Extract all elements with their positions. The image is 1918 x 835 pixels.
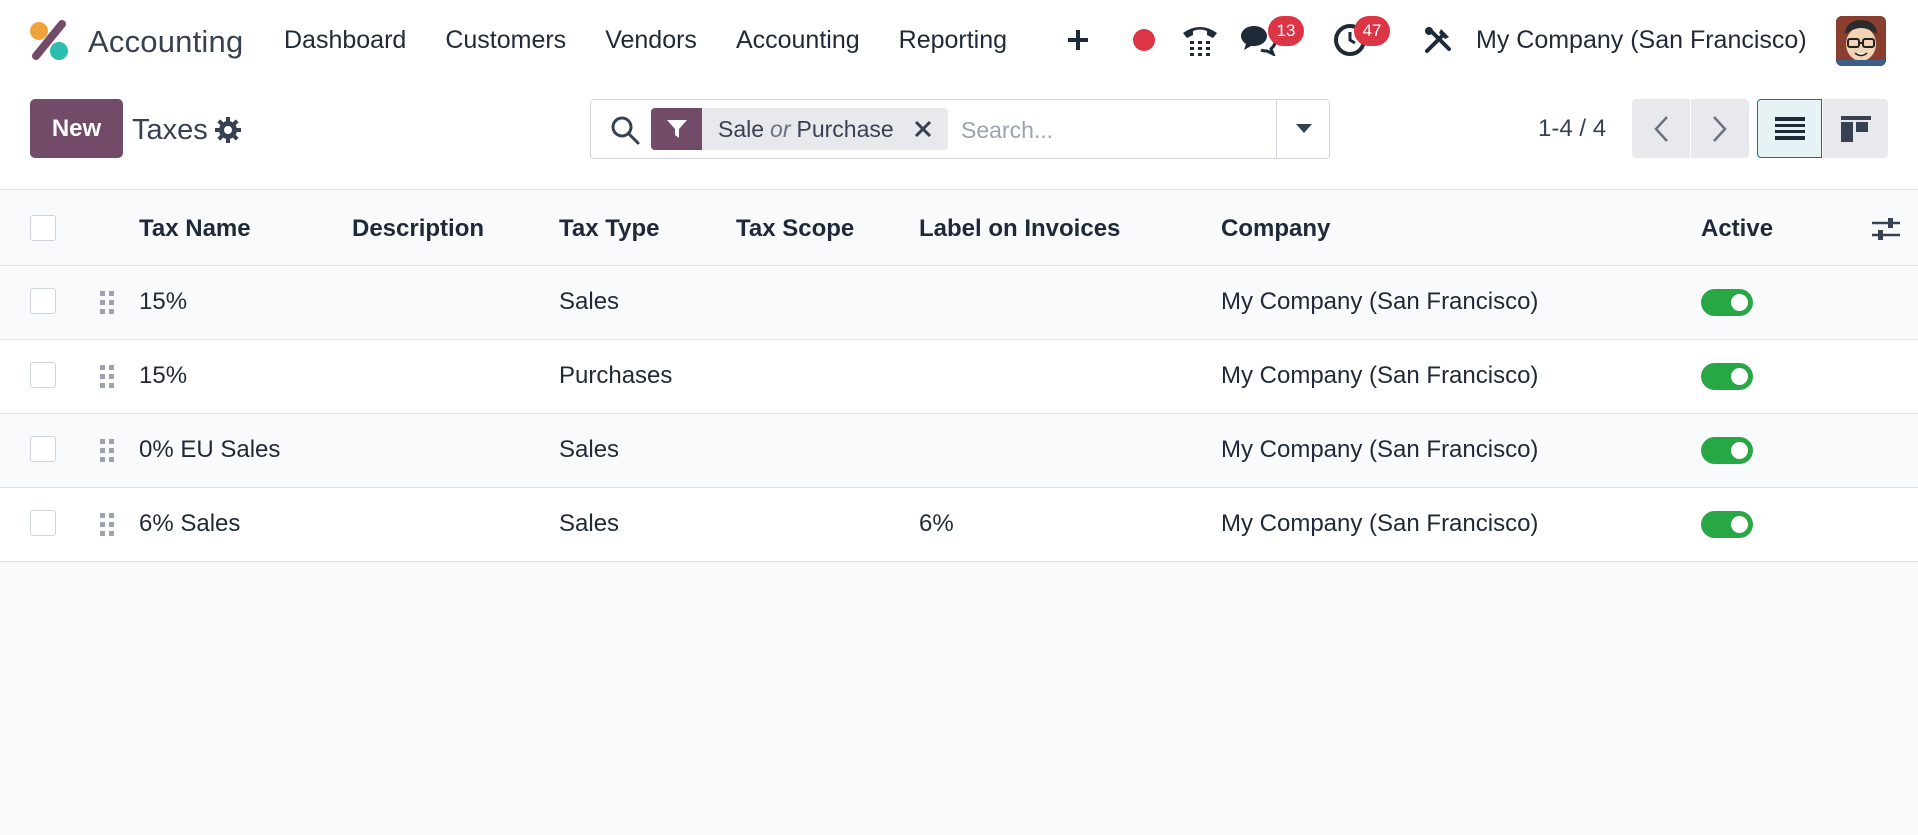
pager-previous-button[interactable] xyxy=(1632,99,1690,158)
user-avatar[interactable] xyxy=(1836,16,1886,66)
column-tax-name[interactable]: Tax Name xyxy=(139,215,251,243)
list-view-button[interactable] xyxy=(1757,99,1822,158)
toggle-knob xyxy=(1731,294,1748,311)
tools-icon[interactable] xyxy=(1418,20,1458,60)
menu-reporting[interactable]: Reporting xyxy=(899,26,1007,55)
row-checkbox[interactable] xyxy=(30,510,56,536)
facet-value-sale: Sale xyxy=(718,115,765,142)
table-row[interactable]: 6% Sales Sales 6% My Company (San Franci… xyxy=(0,488,1918,562)
toggle-knob xyxy=(1731,442,1748,459)
column-tax-type[interactable]: Tax Type xyxy=(559,215,659,243)
table-header: Tax Name Description Tax Type Tax Scope … xyxy=(0,191,1918,266)
table-body: 15% Sales My Company (San Francisco) 15%… xyxy=(0,266,1918,562)
chevron-right-icon xyxy=(1713,115,1727,142)
column-company[interactable]: Company xyxy=(1221,215,1330,243)
taxes-list: Tax Name Description Tax Type Tax Scope … xyxy=(0,191,1918,562)
new-button[interactable]: New xyxy=(30,99,123,158)
drag-handle-icon[interactable] xyxy=(98,289,116,317)
breadcrumb-taxes: Taxes xyxy=(132,114,208,146)
close-icon[interactable] xyxy=(912,118,934,140)
main-menu: Dashboard Customers Vendors Accounting R… xyxy=(284,26,1046,55)
company-switcher[interactable]: My Company (San Francisco) xyxy=(1476,26,1807,55)
search-bar: Sale or Purchase xyxy=(590,99,1330,159)
drag-handle-icon[interactable] xyxy=(98,511,116,539)
cell-company: My Company (San Francisco) xyxy=(1221,510,1539,537)
recording-dot-icon[interactable] xyxy=(1124,20,1164,60)
cell-company: My Company (San Francisco) xyxy=(1221,362,1539,389)
column-active[interactable]: Active xyxy=(1701,215,1773,243)
facet-values: Sale or Purchase xyxy=(702,108,948,150)
cell-tax-type: Sales xyxy=(559,510,620,537)
cell-tax-name: 15% xyxy=(139,288,188,315)
column-description[interactable]: Description xyxy=(352,215,484,243)
phone-icon[interactable] xyxy=(1180,20,1220,60)
row-checkbox[interactable] xyxy=(30,362,56,388)
drag-handle-icon[interactable] xyxy=(98,363,116,391)
select-all-checkbox[interactable] xyxy=(30,215,56,241)
app-name[interactable]: Accounting xyxy=(88,24,243,60)
cell-label: 6% xyxy=(919,510,954,537)
cell-company: My Company (San Francisco) xyxy=(1221,436,1539,463)
drag-handle-icon[interactable] xyxy=(98,437,116,465)
facet-value-purchase: Purchase xyxy=(796,115,894,142)
active-toggle[interactable] xyxy=(1701,437,1753,464)
cell-tax-name: 6% Sales xyxy=(139,510,241,537)
kanban-view-button[interactable] xyxy=(1823,99,1888,158)
toggle-knob xyxy=(1731,516,1748,533)
row-checkbox[interactable] xyxy=(30,288,56,314)
accounting-app-icon[interactable] xyxy=(28,20,70,62)
cell-tax-name: 0% EU Sales xyxy=(139,436,281,463)
menu-customers[interactable]: Customers xyxy=(445,26,566,55)
column-tax-scope[interactable]: Tax Scope xyxy=(736,215,854,243)
column-label-on-invoices[interactable]: Label on Invoices xyxy=(919,215,1120,243)
list-view-icon xyxy=(1774,116,1805,140)
table-row[interactable]: 0% EU Sales Sales My Company (San Franci… xyxy=(0,414,1918,488)
chevron-left-icon xyxy=(1654,115,1668,142)
gear-icon[interactable] xyxy=(214,116,242,144)
row-checkbox[interactable] xyxy=(30,436,56,462)
cell-company: My Company (San Francisco) xyxy=(1221,288,1539,315)
active-toggle[interactable] xyxy=(1701,363,1753,390)
pager-value[interactable]: 1-4 / 4 xyxy=(1538,115,1606,143)
plus-icon[interactable] xyxy=(1058,20,1098,60)
facet-separator: or xyxy=(770,115,791,142)
kanban-view-icon xyxy=(1840,115,1871,142)
active-toggle[interactable] xyxy=(1701,511,1753,538)
table-row[interactable]: 15% Sales My Company (San Francisco) xyxy=(0,266,1918,340)
search-icon[interactable] xyxy=(609,114,641,146)
optional-columns-icon[interactable] xyxy=(1872,217,1900,241)
filter-facet: Sale or Purchase xyxy=(651,108,948,150)
cell-tax-name: 15% xyxy=(139,362,188,389)
cell-tax-type: Sales xyxy=(559,288,620,315)
pager-next-button[interactable] xyxy=(1691,99,1749,158)
cell-tax-type: Sales xyxy=(559,436,620,463)
activities-badge: 47 xyxy=(1354,16,1390,46)
search-options-toggle[interactable] xyxy=(1276,100,1330,158)
filter-icon xyxy=(651,108,702,150)
top-navbar: Accounting Dashboard Customers Vendors A… xyxy=(0,0,1918,84)
caret-down-icon xyxy=(1295,124,1312,133)
messages-badge: 13 xyxy=(1268,16,1304,46)
toggle-knob xyxy=(1731,368,1748,385)
menu-vendors[interactable]: Vendors xyxy=(605,26,697,55)
menu-accounting[interactable]: Accounting xyxy=(736,26,860,55)
table-row[interactable]: 15% Purchases My Company (San Francisco) xyxy=(0,340,1918,414)
active-toggle[interactable] xyxy=(1701,289,1753,316)
control-panel: New Taxes Sale or Purchase Search... 1-4… xyxy=(0,84,1918,190)
search-input[interactable] xyxy=(961,110,1261,150)
menu-dashboard[interactable]: Dashboard xyxy=(284,26,406,55)
cell-tax-type: Purchases xyxy=(559,362,673,389)
